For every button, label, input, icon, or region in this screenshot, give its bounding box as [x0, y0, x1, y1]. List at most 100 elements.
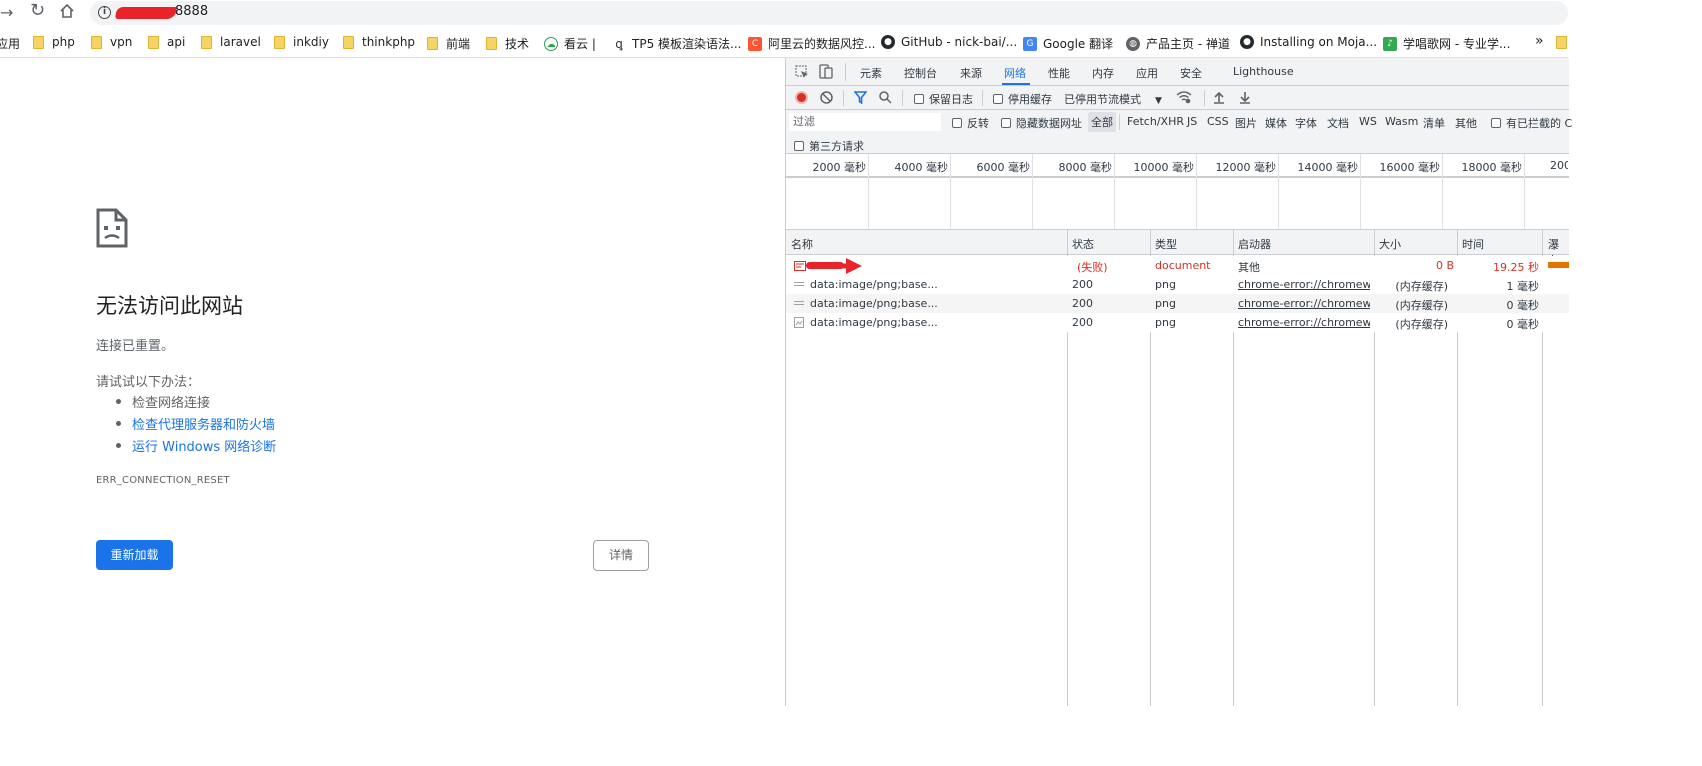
- bookmark-frontend[interactable]: 前端: [427, 35, 470, 52]
- network-conditions-icon[interactable]: [1176, 91, 1192, 107]
- throttling-select[interactable]: 已停用节流模式 ▼: [1064, 91, 1162, 107]
- bookmark-installing-moja[interactable]: ● Installing on Moja...: [1240, 35, 1377, 49]
- bookmark-zentao[interactable]: ◍ 产品主页 - 禅道: [1126, 35, 1230, 52]
- chevron-right-icon: »: [1535, 33, 1544, 49]
- tab-console[interactable]: 控制台: [904, 65, 937, 81]
- site-info-icon[interactable]: i: [98, 6, 111, 19]
- filter-type-wasm[interactable]: Wasm: [1385, 115, 1418, 128]
- folder-icon: [427, 37, 438, 50]
- filter-input[interactable]: 过滤: [789, 113, 941, 131]
- third-party-checkbox[interactable]: 第三方请求: [794, 138, 864, 154]
- hide-data-urls-checkbox[interactable]: 隐藏数据网址: [1001, 115, 1082, 131]
- record-icon[interactable]: [795, 91, 808, 104]
- more-bookmarks-button[interactable]: »: [1535, 33, 1544, 49]
- bookmark-aliyun[interactable]: C 阿里云的数据风控...: [748, 35, 875, 52]
- timeline-tick: 4000 毫秒: [894, 161, 949, 174]
- table-row[interactable]: (失败) document 其他 0 B 19.25 秒: [786, 256, 1569, 275]
- timeline-ruler: 2000 毫秒 4000 毫秒 6000 毫秒 8000 毫秒 10000 毫秒…: [786, 154, 1569, 178]
- home-icon[interactable]: [59, 3, 75, 24]
- bookmark-tp5[interactable]: ꝗ TP5 模板渲染语法...: [612, 35, 741, 52]
- column-name[interactable]: 名称: [791, 236, 813, 252]
- bookmark-laravel[interactable]: laravel: [201, 35, 261, 49]
- search-icon[interactable]: [879, 91, 892, 107]
- url-redaction: [114, 7, 178, 19]
- filter-type-js[interactable]: JS: [1187, 115, 1197, 128]
- bookmark-label: GitHub - nick-bai/...: [901, 35, 1018, 49]
- column-status[interactable]: 状态: [1072, 236, 1094, 252]
- bookmark-thinkphp[interactable]: thinkphp: [343, 35, 415, 49]
- bookmark-label: 学唱歌网 - 专业学...: [1403, 37, 1511, 51]
- other-bookmarks-folder[interactable]: [1556, 36, 1575, 49]
- bookmark-kancloud[interactable]: ☁ 看云 |: [544, 35, 596, 52]
- filter-type-media[interactable]: 媒体: [1265, 115, 1287, 131]
- import-har-icon[interactable]: [1213, 91, 1225, 107]
- bookmark-label: TP5 模板渲染语法...: [632, 37, 742, 51]
- request-initiator-link[interactable]: chrome-error://chromew...: [1238, 297, 1370, 310]
- column-size[interactable]: 大小: [1379, 236, 1401, 252]
- request-initiator-link[interactable]: chrome-error://chromew...: [1238, 278, 1370, 291]
- image-file-icon: [794, 282, 804, 286]
- bookmark-xuechangge[interactable]: ♪ 学唱歌网 - 专业学...: [1383, 35, 1510, 52]
- details-button[interactable]: 详情: [593, 540, 649, 571]
- tab-lighthouse[interactable]: Lighthouse: [1233, 65, 1294, 78]
- request-status: (失败): [1077, 261, 1108, 274]
- filter-type-manifest[interactable]: 清单: [1423, 115, 1445, 131]
- request-initiator-link[interactable]: chrome-error://chromew...: [1238, 316, 1370, 329]
- column-initiator[interactable]: 启动器: [1238, 236, 1271, 252]
- filter-icon[interactable]: [853, 91, 868, 107]
- timeline-tick: 12000 毫秒: [1215, 161, 1277, 174]
- third-party-row: 第三方请求: [786, 134, 1569, 154]
- image-file-icon: [794, 301, 804, 305]
- column-type[interactable]: 类型: [1155, 236, 1177, 252]
- tab-memory[interactable]: 内存: [1092, 65, 1114, 81]
- filter-type-img[interactable]: 图片: [1235, 115, 1257, 131]
- forward-icon[interactable]: →: [0, 3, 13, 23]
- filter-type-font[interactable]: 字体: [1295, 115, 1317, 131]
- filter-type-fetch-xhr[interactable]: Fetch/XHR: [1127, 115, 1184, 128]
- bookmark-tech[interactable]: 技术: [486, 35, 529, 52]
- requests-table-header: 名称 状态 类型 启动器 大小 时间 瀑布: [786, 230, 1569, 267]
- filter-type-other[interactable]: 其他: [1455, 115, 1477, 131]
- tab-performance[interactable]: 性能: [1048, 65, 1070, 81]
- table-row[interactable]: data:image/png;base... 200 png chrome-er…: [786, 313, 1569, 332]
- request-name: data:image/png;base...: [810, 316, 938, 329]
- suggestion-windows-diagnostics-link[interactable]: 运行 Windows 网络诊断: [132, 436, 276, 455]
- bookmark-google-translate[interactable]: G Google 翻译: [1023, 35, 1113, 52]
- blocked-requests-checkbox[interactable]: 有已拦截的 C: [1491, 115, 1572, 131]
- timeline-overview[interactable]: [786, 180, 1569, 230]
- reload-button[interactable]: 重新加载: [96, 540, 173, 570]
- bookmark-php[interactable]: php: [33, 35, 75, 49]
- table-row[interactable]: data:image/png;base... 200 png chrome-er…: [786, 294, 1569, 313]
- filter-type-ws[interactable]: WS: [1359, 115, 1377, 128]
- timeline-tick: 14000 毫秒: [1297, 161, 1359, 174]
- bookmark-github-nick[interactable]: ● GitHub - nick-bai/...: [881, 35, 1017, 49]
- tab-security[interactable]: 安全: [1180, 65, 1202, 81]
- inspect-element-icon[interactable]: [795, 65, 809, 82]
- export-har-icon[interactable]: [1239, 91, 1251, 107]
- disable-cache-checkbox[interactable]: 停用缓存: [993, 91, 1052, 107]
- bookmark-vpn[interactable]: vpn: [91, 35, 132, 49]
- address-bar[interactable]: i 8888: [90, 1, 1568, 25]
- tab-network[interactable]: 网络: [1004, 65, 1026, 81]
- filter-type-all[interactable]: 全部: [1088, 112, 1116, 132]
- tab-sources[interactable]: 来源: [960, 65, 982, 81]
- request-initiator: 其他: [1238, 261, 1260, 274]
- bookmark-inkdiy[interactable]: inkdiy: [274, 35, 329, 49]
- clear-icon[interactable]: [820, 91, 833, 107]
- reload-icon[interactable]: ↻: [30, 1, 45, 21]
- preserve-log-checkbox[interactable]: 保留日志: [914, 91, 973, 107]
- bookmark-label: thinkphp: [362, 35, 416, 49]
- tab-elements[interactable]: 元素: [860, 65, 882, 81]
- divider: [845, 63, 846, 81]
- invert-checkbox[interactable]: 反转: [952, 115, 989, 131]
- column-time[interactable]: 时间: [1462, 236, 1484, 252]
- device-toolbar-icon[interactable]: [819, 64, 833, 82]
- preserve-log-label: 保留日志: [929, 93, 973, 106]
- tab-application[interactable]: 应用: [1136, 65, 1158, 81]
- suggestion-proxy-firewall-link[interactable]: 检查代理服务器和防火墙: [132, 414, 275, 433]
- bookmark-api[interactable]: api: [148, 35, 185, 49]
- table-row[interactable]: data:image/png;base... 200 png chrome-er…: [786, 275, 1569, 294]
- bookmark-apps[interactable]: 应用: [0, 35, 20, 52]
- filter-type-css[interactable]: CSS: [1207, 115, 1229, 128]
- filter-type-doc[interactable]: 文档: [1327, 115, 1349, 131]
